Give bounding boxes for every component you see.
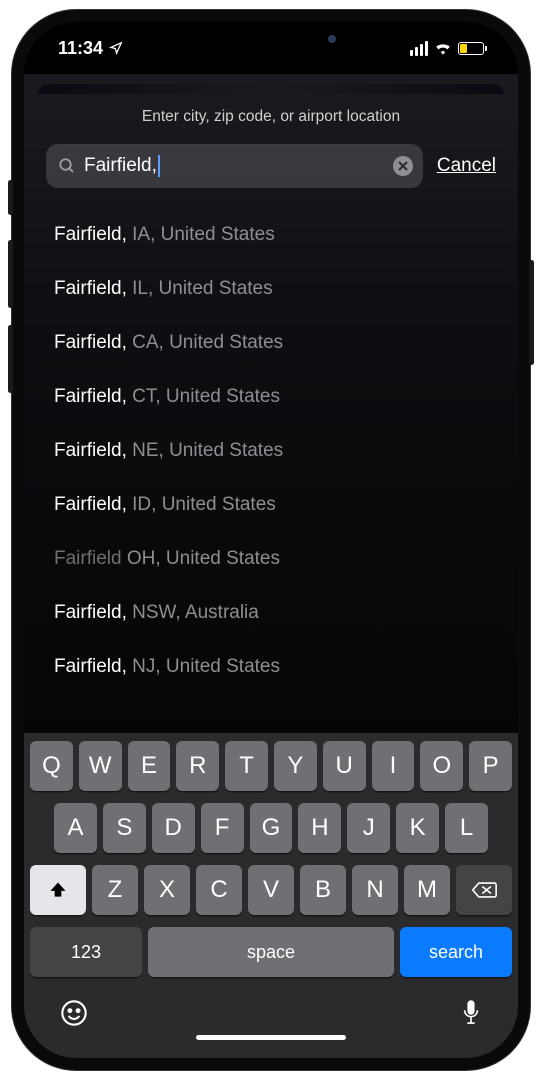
key-t[interactable]: T <box>225 741 268 791</box>
result-item[interactable]: Fairfield, CT, United States <box>54 370 488 424</box>
result-item[interactable]: Fairfield, IL, United States <box>54 262 488 316</box>
search-prompt: Enter city, zip code, or airport locatio… <box>24 94 518 144</box>
search-icon <box>58 157 76 175</box>
key-u[interactable]: U <box>323 741 366 791</box>
key-z[interactable]: Z <box>92 865 138 915</box>
key-b[interactable]: B <box>300 865 346 915</box>
device-frame: 11:34 Enter city, zip code, or airport l… <box>12 10 530 1070</box>
screen: 11:34 Enter city, zip code, or airport l… <box>24 22 518 1058</box>
key-h[interactable]: H <box>298 803 341 853</box>
key-w[interactable]: W <box>79 741 122 791</box>
key-v[interactable]: V <box>248 865 294 915</box>
result-item[interactable]: Fairfield, NE, United States <box>54 424 488 478</box>
keyboard: QWERTYUIOP ASDFGHJKL ZXCVBNM 123 space s… <box>24 733 518 1058</box>
key-a[interactable]: A <box>54 803 97 853</box>
key-x[interactable]: X <box>144 865 190 915</box>
result-item[interactable]: Fairfield, NSW, Australia <box>54 586 488 640</box>
key-s[interactable]: S <box>103 803 146 853</box>
key-n[interactable]: N <box>352 865 398 915</box>
clear-button[interactable] <box>393 156 413 176</box>
cancel-button[interactable]: Cancel <box>437 155 496 177</box>
result-item[interactable]: Fairfield OH, United States <box>54 532 488 586</box>
key-c[interactable]: C <box>196 865 242 915</box>
emoji-key[interactable] <box>60 999 88 1027</box>
battery-icon <box>458 42 484 55</box>
key-d[interactable]: D <box>152 803 195 853</box>
backspace-key[interactable] <box>456 865 512 915</box>
key-o[interactable]: O <box>420 741 463 791</box>
text-cursor <box>158 155 160 177</box>
result-item[interactable]: Fairfield, ID, United States <box>54 478 488 532</box>
numbers-key[interactable]: 123 <box>30 927 142 977</box>
key-k[interactable]: K <box>396 803 439 853</box>
key-j[interactable]: J <box>347 803 390 853</box>
result-item[interactable]: Fairfield, NJ, United States <box>54 640 488 694</box>
key-q[interactable]: Q <box>30 741 73 791</box>
key-p[interactable]: P <box>469 741 512 791</box>
search-key[interactable]: search <box>400 927 512 977</box>
search-input[interactable]: Fairfield, <box>84 155 157 177</box>
key-e[interactable]: E <box>128 741 171 791</box>
key-r[interactable]: R <box>176 741 219 791</box>
status-time: 11:34 <box>58 38 103 59</box>
shift-icon <box>48 880 68 900</box>
cellular-icon <box>410 41 429 56</box>
location-icon <box>109 41 123 55</box>
shift-key[interactable] <box>30 865 86 915</box>
result-item[interactable]: Fairfield, CA, United States <box>54 316 488 370</box>
key-f[interactable]: F <box>201 803 244 853</box>
result-item[interactable]: Fairfield, IA, United States <box>54 208 488 262</box>
key-g[interactable]: G <box>250 803 293 853</box>
wifi-icon <box>434 41 452 55</box>
backspace-icon <box>471 880 497 900</box>
x-icon <box>398 161 408 171</box>
home-indicator[interactable] <box>196 1035 346 1040</box>
dictation-key[interactable] <box>460 999 482 1027</box>
space-key[interactable]: space <box>148 927 394 977</box>
key-l[interactable]: L <box>445 803 488 853</box>
search-field[interactable]: Fairfield, <box>46 144 423 188</box>
key-y[interactable]: Y <box>274 741 317 791</box>
key-m[interactable]: M <box>404 865 450 915</box>
results-list: Fairfield, IA, United StatesFairfield, I… <box>24 200 518 733</box>
notch <box>156 22 386 56</box>
key-i[interactable]: I <box>372 741 415 791</box>
